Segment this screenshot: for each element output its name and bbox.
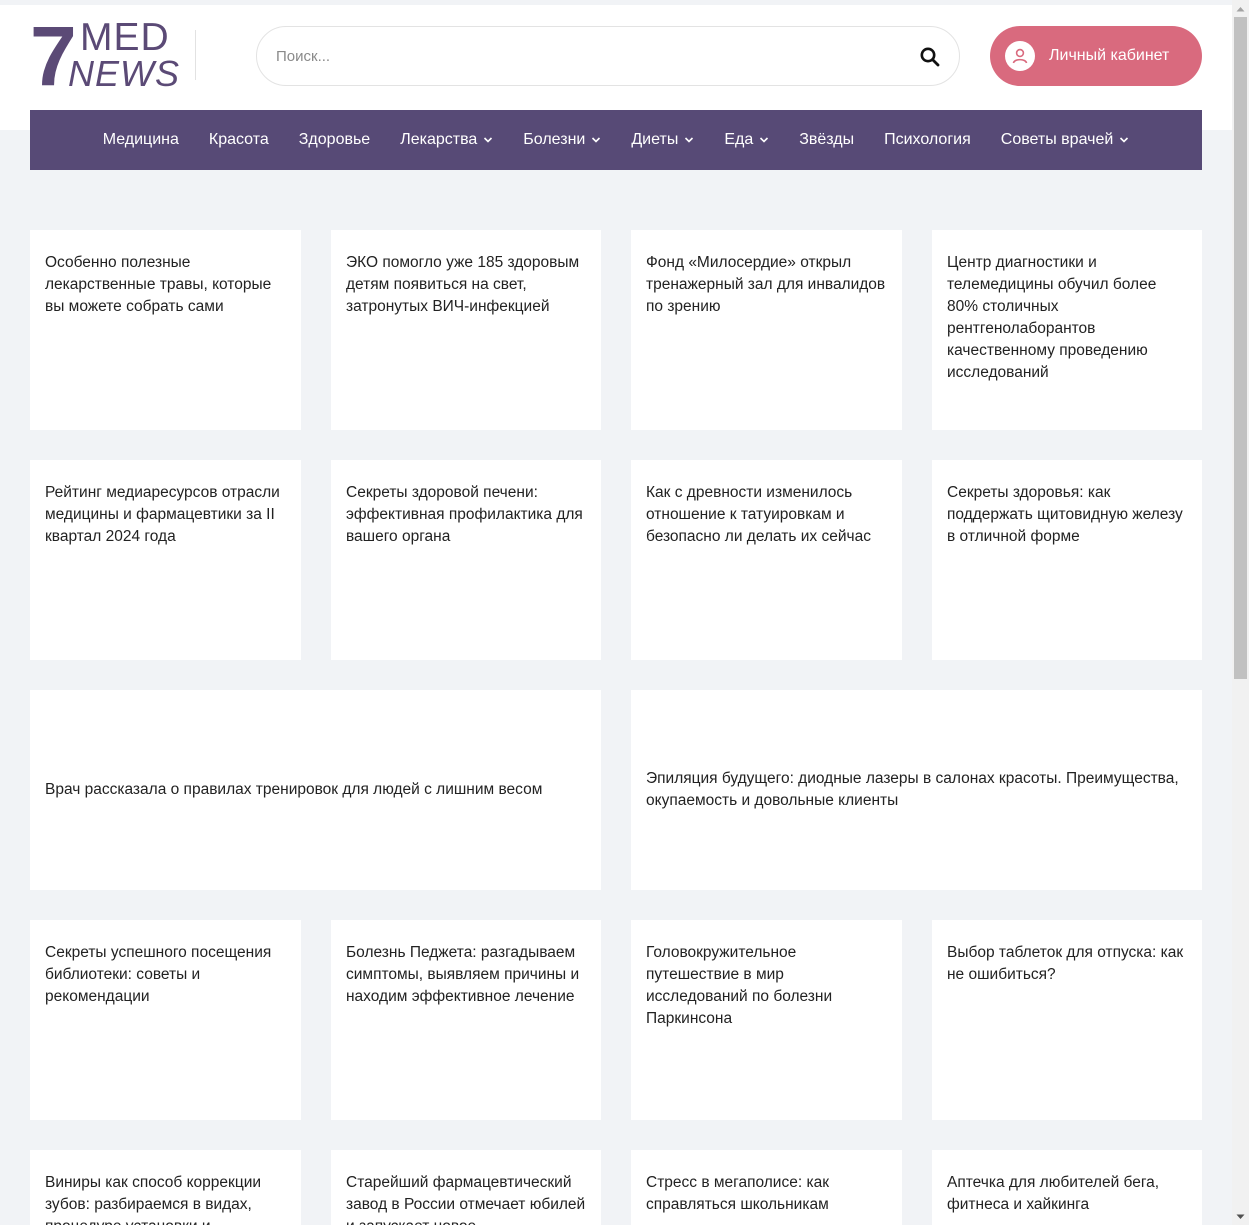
article-title: Эпиляция будущего: диодные лазеры в сало… bbox=[646, 770, 1179, 809]
site-logo[interactable]: 7 MED NEWS bbox=[30, 14, 200, 98]
nav-label: Советы врачей bbox=[1000, 131, 1114, 148]
scroll-down-arrow-icon[interactable] bbox=[1232, 1208, 1249, 1225]
article-card[interactable]: ЭКО помогло уже 185 здоровым детям появи… bbox=[331, 230, 601, 430]
article-card[interactable]: Стресс в мегаполисе: как справляться шко… bbox=[631, 1150, 902, 1225]
nav-item-medicine[interactable]: Медицина bbox=[88, 110, 194, 170]
article-title: Фонд «Милосердие» открыл тренажерный зал… bbox=[646, 254, 886, 315]
article-title: Как с древности изменилось отношение к т… bbox=[646, 484, 871, 545]
article-card[interactable]: Выбор таблеток для отпуска: как не ошиби… bbox=[932, 920, 1202, 1120]
article-card[interactable]: Старейший фармацевтический завод в Росси… bbox=[331, 1150, 601, 1225]
article-title: Выбор таблеток для отпуска: как не ошиби… bbox=[947, 944, 1184, 983]
article-card-wide[interactable]: Эпиляция будущего: диодные лазеры в сало… bbox=[631, 690, 1202, 890]
article-title: ЭКО помогло уже 185 здоровым детям появи… bbox=[346, 254, 580, 315]
nav-item-beauty[interactable]: Красота bbox=[194, 110, 284, 170]
article-title: Стресс в мегаполисе: как справляться шко… bbox=[646, 1174, 829, 1213]
nav-item-diseases[interactable]: Болезни bbox=[508, 110, 616, 170]
article-title: Старейший фармацевтический завод в Росси… bbox=[346, 1174, 586, 1225]
nav-item-psychology[interactable]: Психология bbox=[869, 110, 986, 170]
nav-label: Звёзды bbox=[799, 131, 855, 148]
article-card[interactable]: Как с древности изменилось отношение к т… bbox=[631, 460, 902, 660]
chevron-down-icon bbox=[592, 137, 601, 143]
article-card[interactable]: Болезнь Педжета: разгадываем симптомы, в… bbox=[331, 920, 601, 1120]
chevron-down-icon bbox=[760, 137, 769, 143]
article-title: Болезнь Педжета: разгадываем симптомы, в… bbox=[346, 944, 580, 1005]
nav-item-food[interactable]: Еда bbox=[709, 110, 784, 170]
article-card[interactable]: Секреты здоровой печени: эффективная про… bbox=[331, 460, 601, 660]
chevron-down-icon bbox=[685, 137, 694, 143]
chevron-down-icon bbox=[1120, 137, 1129, 143]
article-card[interactable]: Особенно полезные лекарственные травы, к… bbox=[30, 230, 301, 430]
article-title: Аптечка для любителей бега, фитнеса и ха… bbox=[947, 1174, 1160, 1213]
main-nav: Медицина Красота Здоровье Лекарства Боле… bbox=[30, 110, 1202, 170]
logo-med: MED bbox=[80, 16, 170, 59]
article-title: Врач рассказала о правилах тренировок дл… bbox=[45, 781, 543, 798]
user-icon bbox=[1005, 41, 1035, 71]
article-title: Особенно полезные лекарственные травы, к… bbox=[45, 254, 272, 315]
scroll-up-arrow-icon[interactable] bbox=[1232, 0, 1249, 17]
scrollbar[interactable] bbox=[1232, 0, 1249, 1225]
article-card[interactable]: Фонд «Милосердие» открыл тренажерный зал… bbox=[631, 230, 902, 430]
logo-news: NEWS bbox=[68, 53, 180, 94]
account-button[interactable]: Личный кабинет bbox=[990, 26, 1202, 86]
article-title: Рейтинг медиаресурсов отрасли медицины и… bbox=[45, 484, 280, 545]
search-icon[interactable] bbox=[919, 46, 941, 68]
logo-divider bbox=[195, 30, 196, 80]
nav-label: Здоровье bbox=[298, 131, 371, 148]
chevron-down-icon bbox=[484, 137, 493, 143]
article-title: Головокружительное путешествие в мир исс… bbox=[646, 944, 833, 1027]
nav-label: Медицина bbox=[102, 131, 179, 148]
nav-label: Красота bbox=[208, 131, 269, 148]
nav-label: Болезни bbox=[523, 131, 586, 148]
search-box bbox=[256, 26, 960, 86]
nav-item-doctor-tips[interactable]: Советы врачей bbox=[986, 110, 1145, 170]
article-title: Секреты здоровой печени: эффективная про… bbox=[346, 484, 583, 545]
article-card[interactable]: Рейтинг медиаресурсов отрасли медицины и… bbox=[30, 460, 301, 660]
article-card[interactable]: Секреты успешного посещения библиотеки: … bbox=[30, 920, 301, 1120]
article-title: Центр диагностики и телемедицины обучил … bbox=[947, 254, 1157, 381]
nav-item-drugs[interactable]: Лекарства bbox=[385, 110, 508, 170]
scrollbar-thumb[interactable] bbox=[1234, 17, 1247, 679]
nav-label: Диеты bbox=[631, 131, 679, 148]
nav-label: Еда bbox=[724, 131, 754, 148]
logo-seven: 7 bbox=[30, 9, 77, 103]
article-card[interactable]: Секреты здоровья: как поддержать щитовид… bbox=[932, 460, 1202, 660]
nav-item-diets[interactable]: Диеты bbox=[616, 110, 709, 170]
nav-item-stars[interactable]: Звёзды bbox=[784, 110, 869, 170]
article-card[interactable]: Головокружительное путешествие в мир исс… bbox=[631, 920, 902, 1120]
article-title: Секреты здоровья: как поддержать щитовид… bbox=[947, 484, 1183, 545]
article-card[interactable]: Центр диагностики и телемедицины обучил … bbox=[932, 230, 1202, 430]
article-card[interactable]: Виниры как способ коррекции зубов: разби… bbox=[30, 1150, 301, 1225]
nav-label: Психология bbox=[884, 131, 971, 148]
search-input[interactable] bbox=[276, 27, 876, 85]
nav-item-health[interactable]: Здоровье bbox=[284, 110, 385, 170]
nav-label: Лекарства bbox=[400, 131, 478, 148]
account-label: Личный кабинет bbox=[1049, 47, 1170, 64]
article-title: Секреты успешного посещения библиотеки: … bbox=[45, 944, 272, 1005]
article-card[interactable]: Аптечка для любителей бега, фитнеса и ха… bbox=[932, 1150, 1202, 1225]
article-card-wide[interactable]: Врач рассказала о правилах тренировок дл… bbox=[30, 690, 601, 890]
article-title: Виниры как способ коррекции зубов: разби… bbox=[45, 1174, 262, 1225]
